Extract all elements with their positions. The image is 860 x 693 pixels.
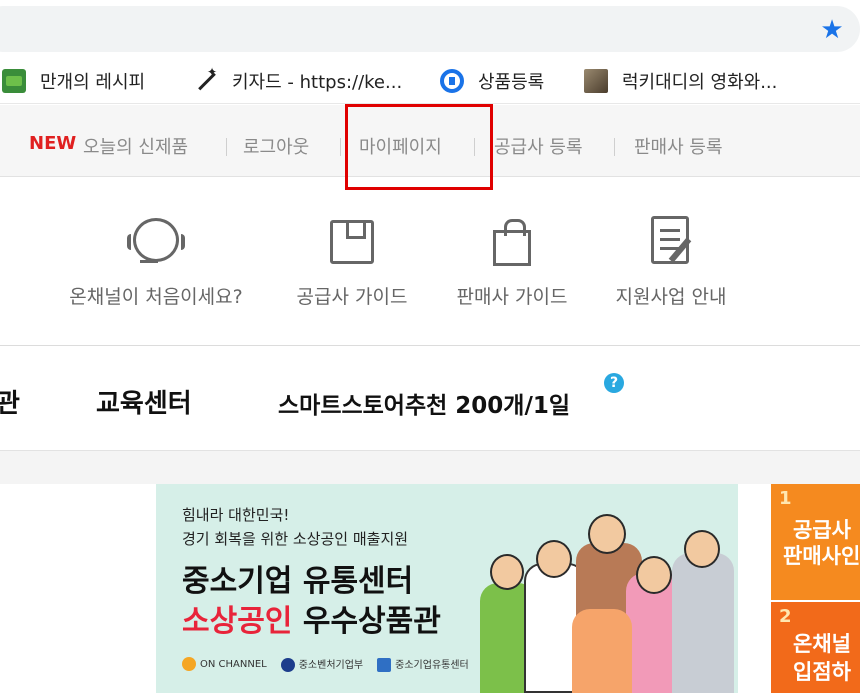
banner-title2: 소상공인 우수상품관 <box>182 596 441 640</box>
divider <box>614 138 615 156</box>
banner-title2-black: 우수상품관 <box>302 604 441 639</box>
browser-address-row: ★ <box>0 0 860 58</box>
side-banner-line: 판매사인 <box>783 544 860 568</box>
promo-banner[interactable]: 힘내라 대한민국! 경기 회복을 위한 소상공인 매출지원 중소기업 유통센터 … <box>156 484 738 693</box>
document-edit-icon <box>641 212 701 272</box>
banner-logos: ON CHANNEL 중소벤처기업부 중소기업유통센터 <box>182 656 469 672</box>
guide-label: 지원사업 안내 <box>615 286 727 308</box>
banner-illustration-people <box>476 484 738 693</box>
guide-supplier[interactable]: 공급사 가이드 <box>284 212 420 309</box>
section-divider <box>0 345 860 346</box>
divider <box>226 138 227 156</box>
guide-label: 판매사 가이드 <box>456 286 568 308</box>
guide-label: 온채널이 처음이세요? <box>69 286 243 308</box>
recipe-icon <box>2 69 26 93</box>
magic-wand-icon <box>194 65 218 93</box>
box-icon <box>322 212 382 272</box>
photo-thumbnail-icon <box>584 69 608 93</box>
blue-logo-icon <box>440 69 464 93</box>
side-banner-line: 입점하 <box>793 660 851 684</box>
bookmark-label: 럭키대디의 영화와... <box>622 72 778 93</box>
bookmark-star-icon[interactable]: ★ <box>818 16 846 44</box>
address-bar[interactable] <box>0 6 860 52</box>
side-banner-1[interactable]: 1 공급사 판매사인 <box>771 484 860 600</box>
new-badge[interactable]: NEW <box>29 133 76 154</box>
guide-label: 공급사 가이드 <box>296 286 408 308</box>
banner-line1: 힘내라 대한민국! <box>182 506 290 524</box>
banner-title2-red: 소상공인 <box>182 604 293 639</box>
bookmark-label: 키자드 - https://ke... <box>232 72 403 93</box>
util-link-logout[interactable]: 로그아웃 <box>243 133 309 159</box>
side-banner-number: 1 <box>779 488 792 509</box>
bookmark-label: 상품등록 <box>478 72 545 93</box>
logo-onchannel: ON CHANNEL <box>182 657 267 671</box>
guide-support[interactable]: 지원사업 안내 <box>603 212 739 309</box>
side-banner-2[interactable]: 2 온채널 입점하 <box>771 602 860 693</box>
headset-icon <box>126 212 186 272</box>
banner-line2: 경기 회복을 위한 소상공인 매출지원 <box>182 530 409 548</box>
logo-sbdc: 중소기업유통센터 <box>377 656 469 672</box>
mypage-highlight-box <box>345 104 493 190</box>
logo-mss: 중소벤처기업부 <box>280 656 363 672</box>
side-banner-line: 온채널 <box>793 632 851 656</box>
main-nav-item-education[interactable]: 교육센터 <box>96 383 192 420</box>
main-nav-item-smartstore[interactable]: 스마트스토어추천 200개/1일 <box>278 386 570 420</box>
guide-first-time[interactable]: 온채널이 처음이세요? <box>51 212 261 309</box>
bookmark-label: 만개의 레시피 <box>40 72 146 93</box>
main-nav-item-partial[interactable]: 관 <box>0 383 20 420</box>
bookmark-keyzard[interactable]: 키자드 - https://ke... <box>194 65 403 94</box>
shopping-bag-icon <box>482 212 542 272</box>
side-banner-number: 2 <box>779 606 792 627</box>
content-background <box>0 450 860 484</box>
util-link-supplier-register[interactable]: 공급사 등록 <box>494 133 583 159</box>
banner-title: 중소기업 유통센터 <box>182 564 414 599</box>
bookmark-luckydaddy[interactable]: 럭키대디의 영화와... <box>584 68 777 94</box>
util-link-seller-register[interactable]: 판매사 등록 <box>634 133 723 159</box>
help-icon[interactable]: ? <box>604 373 624 393</box>
bookmark-product-register[interactable]: 상품등록 <box>440 68 544 94</box>
guide-seller[interactable]: 판매사 가이드 <box>444 212 580 309</box>
util-link-new-products[interactable]: 오늘의 신제품 <box>83 133 188 159</box>
divider <box>340 138 341 156</box>
bookmark-recipe[interactable]: 만개의 레시피 <box>2 68 145 94</box>
bookmarks-bar: 만개의 레시피 키자드 - https://ke... 상품등록 럭키대디의 영… <box>0 58 860 104</box>
